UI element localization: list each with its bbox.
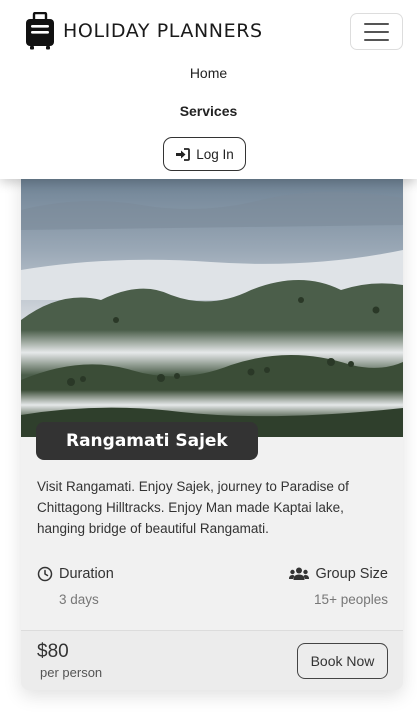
brand[interactable]: HOLIDAY PLANNERS bbox=[25, 12, 263, 50]
price-amount: $80 bbox=[37, 641, 69, 662]
group-size-block: Group Size 15+ peoples bbox=[289, 566, 388, 607]
tour-card: Rangamati Sajek Visit Rangamati. Enjoy S… bbox=[21, 150, 403, 690]
sign-in-icon bbox=[176, 147, 191, 161]
tour-title-badge: Rangamati Sajek bbox=[36, 422, 258, 460]
nav-link-home[interactable]: Home bbox=[0, 65, 417, 81]
hamburger-icon-line bbox=[364, 30, 389, 33]
foggy-hills-photo bbox=[21, 150, 403, 437]
nav-link-services[interactable]: Services bbox=[0, 103, 417, 119]
duration-block: Duration 3 days bbox=[37, 566, 114, 607]
hamburger-icon-line bbox=[364, 38, 389, 41]
group-size-label: Group Size bbox=[315, 566, 388, 582]
login-button[interactable]: Log In bbox=[163, 137, 246, 171]
navbar: HOLIDAY PLANNERS Home Services Log In bbox=[0, 0, 417, 179]
tour-description: Visit Rangamati. Enjoy Sajek, journey to… bbox=[37, 479, 349, 536]
price-unit: per person bbox=[40, 665, 103, 680]
hamburger-icon-line bbox=[364, 22, 389, 25]
card-footer: $80 per person Book Now bbox=[21, 630, 403, 690]
group-size-value: 15+ peoples bbox=[314, 592, 388, 607]
navbar-toggle-button[interactable] bbox=[350, 13, 403, 50]
users-icon bbox=[289, 567, 310, 580]
duration-value: 3 days bbox=[59, 592, 99, 607]
clock-icon bbox=[37, 566, 53, 582]
duration-label: Duration bbox=[59, 566, 114, 582]
brand-name: HOLIDAY PLANNERS bbox=[63, 20, 263, 42]
login-label: Log In bbox=[196, 146, 234, 162]
suitcase-icon bbox=[26, 12, 54, 50]
book-now-button[interactable]: Book Now bbox=[297, 643, 388, 679]
tour-image bbox=[21, 150, 403, 437]
